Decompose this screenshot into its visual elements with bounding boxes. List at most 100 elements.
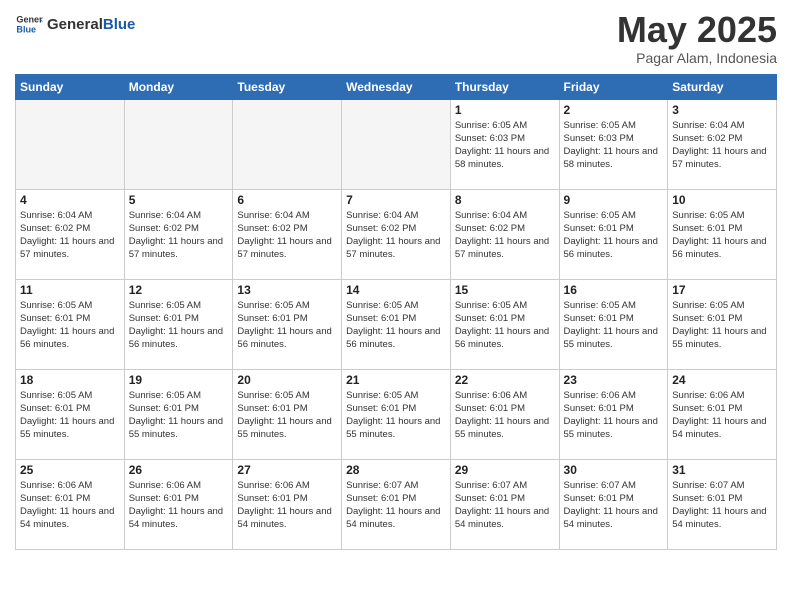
- day-info: Sunrise: 6:04 AMSunset: 6:02 PMDaylight:…: [455, 209, 555, 262]
- day-number: 4: [20, 193, 120, 207]
- day-number: 30: [564, 463, 664, 477]
- calendar-cell: 23Sunrise: 6:06 AMSunset: 6:01 PMDayligh…: [559, 369, 668, 459]
- day-number: 28: [346, 463, 446, 477]
- day-number: 14: [346, 283, 446, 297]
- day-number: 2: [564, 103, 664, 117]
- day-info: Sunrise: 6:06 AMSunset: 6:01 PMDaylight:…: [564, 389, 664, 442]
- day-info: Sunrise: 6:05 AMSunset: 6:01 PMDaylight:…: [237, 389, 337, 442]
- calendar-cell: 2 Sunrise: 6:05 AMSunset: 6:03 PMDaylight…: [559, 99, 668, 189]
- day-info: Sunrise: 6:05 AMSunset: 6:01 PMDaylight:…: [672, 299, 772, 352]
- calendar-cell: 4 Sunrise: 6:04 AMSunset: 6:02 PMDaylight…: [16, 189, 125, 279]
- weekday-header-saturday: Saturday: [668, 74, 777, 99]
- day-number: 13: [237, 283, 337, 297]
- day-info: Sunrise: 6:04 AMSunset: 6:02 PMDaylight:…: [237, 209, 337, 262]
- calendar-cell: 21Sunrise: 6:05 AMSunset: 6:01 PMDayligh…: [342, 369, 451, 459]
- svg-text:General: General: [16, 15, 43, 25]
- day-info: Sunrise: 6:06 AMSunset: 6:01 PMDaylight:…: [672, 389, 772, 442]
- day-number: 12: [129, 283, 229, 297]
- week-row-2: 4 Sunrise: 6:04 AMSunset: 6:02 PMDaylight…: [16, 189, 777, 279]
- day-info: Sunrise: 6:04 AMSunset: 6:02 PMDaylight:…: [672, 119, 772, 172]
- day-info: Sunrise: 6:05 AMSunset: 6:01 PMDaylight:…: [20, 389, 120, 442]
- calendar-cell: 24 Sunrise: 6:06 AMSunset: 6:01 PMDayligh…: [668, 369, 777, 459]
- day-number: 11: [20, 283, 120, 297]
- day-info: Sunrise: 6:05 AMSunset: 6:01 PMDaylight:…: [564, 209, 664, 262]
- calendar-cell: 25Sunrise: 6:06 AMSunset: 6:01 PMDayligh…: [16, 459, 125, 549]
- calendar-cell: 26 Sunrise: 6:06 AMSunset: 6:01 PMDayligh…: [124, 459, 233, 549]
- calendar-cell: 5 Sunrise: 6:04 AMSunset: 6:02 PMDaylight…: [124, 189, 233, 279]
- day-info: Sunrise: 6:05 AMSunset: 6:01 PMDaylight:…: [455, 299, 555, 352]
- day-info: Sunrise: 6:05 AMSunset: 6:01 PMDaylight:…: [129, 389, 229, 442]
- week-row-5: 25Sunrise: 6:06 AMSunset: 6:01 PMDayligh…: [16, 459, 777, 549]
- day-info: Sunrise: 6:04 AMSunset: 6:02 PMDaylight:…: [129, 209, 229, 262]
- day-number: 3: [672, 103, 772, 117]
- calendar-cell: 31 Sunrise: 6:07 AMSunset: 6:01 PMDayligh…: [668, 459, 777, 549]
- calendar-header: SundayMondayTuesdayWednesdayThursdayFrid…: [16, 74, 777, 99]
- day-info: Sunrise: 6:05 AMSunset: 6:01 PMDaylight:…: [20, 299, 120, 352]
- calendar-table: SundayMondayTuesdayWednesdayThursdayFrid…: [15, 74, 777, 550]
- day-number: 26: [129, 463, 229, 477]
- day-number: 31: [672, 463, 772, 477]
- weekday-header-wednesday: Wednesday: [342, 74, 451, 99]
- calendar-cell: [16, 99, 125, 189]
- calendar-cell: 14 Sunrise: 6:05 AMSunset: 6:01 PMDayligh…: [342, 279, 451, 369]
- logo-blue: Blue: [103, 16, 136, 33]
- day-number: 8: [455, 193, 555, 207]
- day-info: Sunrise: 6:07 AMSunset: 6:01 PMDaylight:…: [672, 479, 772, 532]
- weekday-header-sunday: Sunday: [16, 74, 125, 99]
- day-number: 17: [672, 283, 772, 297]
- day-number: 27: [237, 463, 337, 477]
- day-info: Sunrise: 6:06 AMSunset: 6:01 PMDaylight:…: [237, 479, 337, 532]
- calendar-cell: 15 Sunrise: 6:05 AMSunset: 6:01 PMDayligh…: [450, 279, 559, 369]
- day-info: Sunrise: 6:07 AMSunset: 6:01 PMDaylight:…: [564, 479, 664, 532]
- logo-icon: General Blue: [15, 10, 43, 38]
- page-header: General Blue GeneralBlue May 2025 Pagar …: [15, 10, 777, 66]
- day-number: 22: [455, 373, 555, 387]
- day-info: Sunrise: 6:06 AMSunset: 6:01 PMDaylight:…: [20, 479, 120, 532]
- calendar-cell: 18Sunrise: 6:05 AMSunset: 6:01 PMDayligh…: [16, 369, 125, 459]
- week-row-3: 11 Sunrise: 6:05 AMSunset: 6:01 PMDayligh…: [16, 279, 777, 369]
- day-info: Sunrise: 6:05 AMSunset: 6:03 PMDaylight:…: [455, 119, 555, 172]
- day-number: 29: [455, 463, 555, 477]
- day-number: 6: [237, 193, 337, 207]
- logo-general: General: [47, 16, 103, 33]
- day-info: Sunrise: 6:04 AMSunset: 6:02 PMDaylight:…: [20, 209, 120, 262]
- calendar-cell: 6 Sunrise: 6:04 AMSunset: 6:02 PMDaylight…: [233, 189, 342, 279]
- day-info: Sunrise: 6:05 AMSunset: 6:01 PMDaylight:…: [346, 299, 446, 352]
- day-info: Sunrise: 6:05 AMSunset: 6:03 PMDaylight:…: [564, 119, 664, 172]
- title-block: May 2025 Pagar Alam, Indonesia: [617, 10, 777, 66]
- day-number: 10: [672, 193, 772, 207]
- day-number: 1: [455, 103, 555, 117]
- calendar-cell: 12Sunrise: 6:05 AMSunset: 6:01 PMDayligh…: [124, 279, 233, 369]
- calendar-cell: [342, 99, 451, 189]
- day-info: Sunrise: 6:06 AMSunset: 6:01 PMDaylight:…: [129, 479, 229, 532]
- day-number: 24: [672, 373, 772, 387]
- day-number: 7: [346, 193, 446, 207]
- calendar-cell: 28Sunrise: 6:07 AMSunset: 6:01 PMDayligh…: [342, 459, 451, 549]
- day-number: 9: [564, 193, 664, 207]
- day-number: 15: [455, 283, 555, 297]
- day-info: Sunrise: 6:07 AMSunset: 6:01 PMDaylight:…: [455, 479, 555, 532]
- calendar-cell: [124, 99, 233, 189]
- calendar-body: 1 Sunrise: 6:05 AMSunset: 6:03 PMDaylight…: [16, 99, 777, 549]
- calendar-cell: 10Sunrise: 6:05 AMSunset: 6:01 PMDayligh…: [668, 189, 777, 279]
- weekday-header-monday: Monday: [124, 74, 233, 99]
- day-info: Sunrise: 6:05 AMSunset: 6:01 PMDaylight:…: [346, 389, 446, 442]
- calendar-cell: 20Sunrise: 6:05 AMSunset: 6:01 PMDayligh…: [233, 369, 342, 459]
- calendar-cell: 9 Sunrise: 6:05 AMSunset: 6:01 PMDaylight…: [559, 189, 668, 279]
- calendar-cell: 1 Sunrise: 6:05 AMSunset: 6:03 PMDaylight…: [450, 99, 559, 189]
- calendar-cell: 16Sunrise: 6:05 AMSunset: 6:01 PMDayligh…: [559, 279, 668, 369]
- calendar-cell: [233, 99, 342, 189]
- day-info: Sunrise: 6:04 AMSunset: 6:02 PMDaylight:…: [346, 209, 446, 262]
- calendar-cell: 7 Sunrise: 6:04 AMSunset: 6:02 PMDaylight…: [342, 189, 451, 279]
- day-info: Sunrise: 6:05 AMSunset: 6:01 PMDaylight:…: [237, 299, 337, 352]
- weekday-header-row: SundayMondayTuesdayWednesdayThursdayFrid…: [16, 74, 777, 99]
- calendar-cell: 29 Sunrise: 6:07 AMSunset: 6:01 PMDayligh…: [450, 459, 559, 549]
- calendar-cell: 8 Sunrise: 6:04 AMSunset: 6:02 PMDaylight…: [450, 189, 559, 279]
- weekday-header-tuesday: Tuesday: [233, 74, 342, 99]
- day-number: 19: [129, 373, 229, 387]
- weekday-header-thursday: Thursday: [450, 74, 559, 99]
- calendar-cell: 27 Sunrise: 6:06 AMSunset: 6:01 PMDayligh…: [233, 459, 342, 549]
- calendar-cell: 22Sunrise: 6:06 AMSunset: 6:01 PMDayligh…: [450, 369, 559, 459]
- day-number: 16: [564, 283, 664, 297]
- day-number: 5: [129, 193, 229, 207]
